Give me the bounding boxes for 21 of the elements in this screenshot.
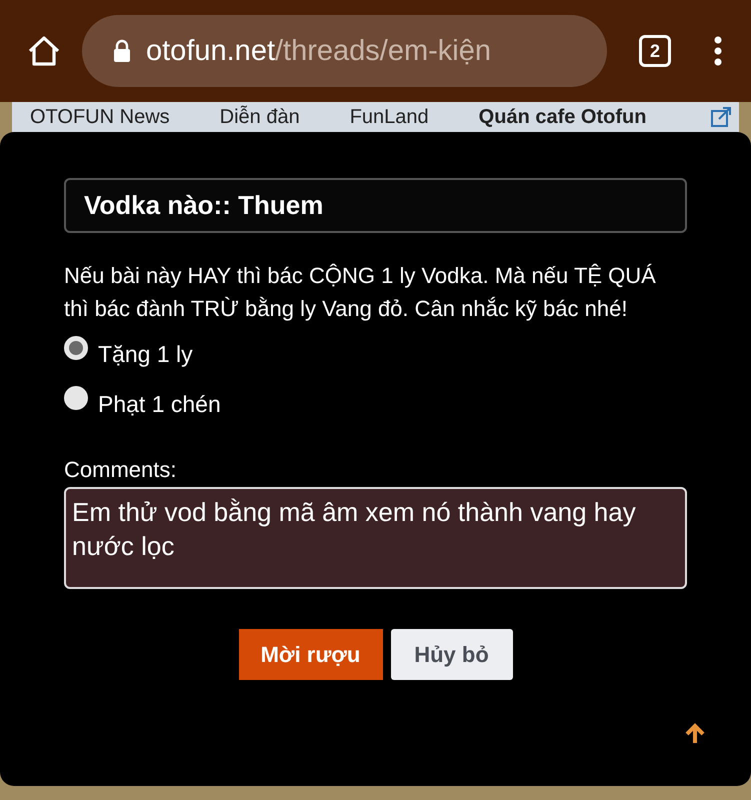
arrow-up-icon[interactable]: [683, 722, 707, 746]
dialog-title: Vodka nào:: Thuem: [64, 178, 687, 233]
radio-label[interactable]: Tặng 1 ly: [98, 340, 193, 368]
breadcrumb-link[interactable]: Quán cafe Otofun: [478, 106, 666, 128]
breadcrumb-link[interactable]: FunLand: [350, 106, 479, 128]
radio-label[interactable]: Phạt 1 chén: [98, 390, 221, 418]
comments-field[interactable]: Em thử vod bằng mã âm xem nó thành vang hay nước lọc: [64, 487, 687, 589]
lock-icon: [112, 39, 132, 63]
submit-button[interactable]: Mời rượu: [238, 629, 382, 680]
dialog-message: Nếu bài này HAY thì bác CỘNG 1 ly Vodka. Mà nếu TỆ QUÁ thì bác đành TRỪ bằng ly Vang đỏ. Cân nhắc kỹ bác nhé!: [64, 262, 657, 323]
external-link-icon[interactable]: [709, 105, 733, 129]
radio-button[interactable]: [64, 336, 88, 360]
breadcrumb-link[interactable]: OTOFUN News: [30, 106, 220, 128]
url-text: otofun.net/threads/em-kiện: [146, 34, 491, 68]
address-bar[interactable]: otofun.net/threads/em-kiện: [82, 15, 607, 87]
breadcrumb-link[interactable]: Diễn đàn: [220, 106, 350, 128]
comments-label: Comments:: [64, 457, 178, 483]
radio-button[interactable]: [64, 386, 88, 410]
tab-count-button[interactable]: 2: [639, 35, 671, 67]
menu-icon[interactable]: [713, 35, 723, 67]
cancel-button[interactable]: Hủy bỏ: [390, 629, 512, 680]
